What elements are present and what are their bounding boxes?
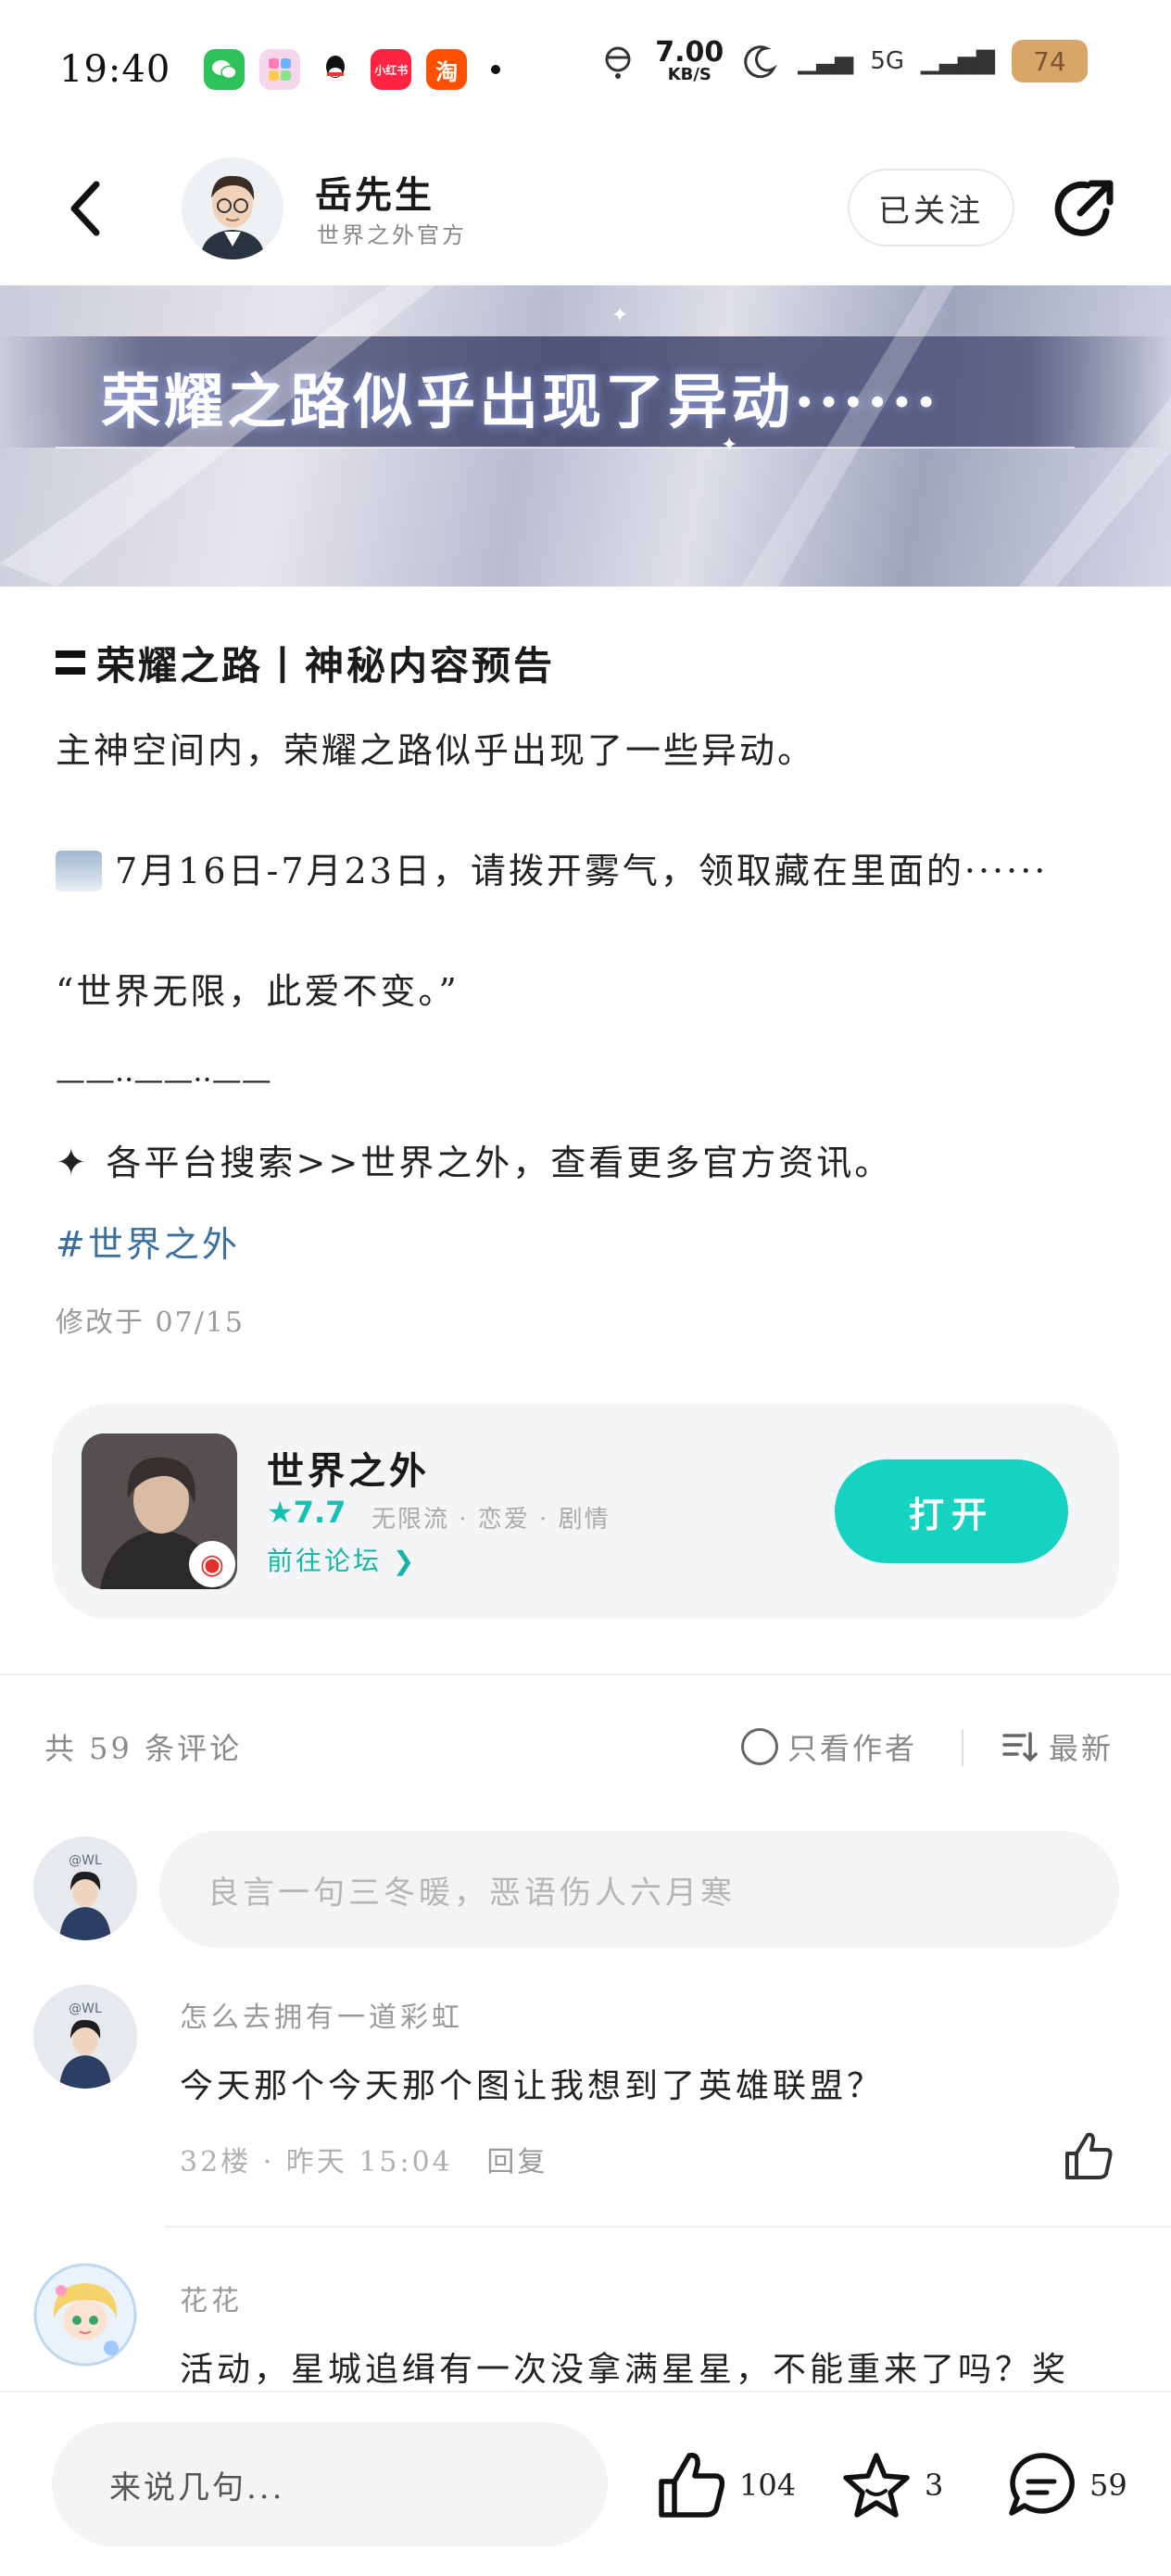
status-app-icons: 小红书 淘 bbox=[204, 49, 501, 90]
title-mark-icon bbox=[56, 650, 85, 675]
comment-button[interactable]: 59 bbox=[1004, 2439, 1127, 2532]
net-speed: 7.00 KB/S bbox=[655, 36, 724, 84]
game-name: 世界之外 bbox=[267, 1449, 430, 1493]
comment-count: 59 bbox=[1089, 2468, 1127, 2503]
comment-meta: 32楼 · 昨天 15:04 回复 bbox=[180, 2146, 548, 2178]
back-button[interactable] bbox=[57, 176, 113, 241]
thumbs-up-icon bbox=[659, 2452, 725, 2518]
post-paragraph: “世界无限，此爱不变。” bbox=[56, 971, 460, 1012]
svg-text:@WL: @WL bbox=[69, 2001, 102, 2016]
status-bar: 19:40 小红书 淘 7.00 KB/S ▁▃▅ 5G ▁▃▅▇ 74 bbox=[0, 0, 1171, 139]
battery-indicator: 74 bbox=[1012, 40, 1088, 82]
favorite-button[interactable]: 3 bbox=[839, 2439, 943, 2532]
author-name[interactable]: 岳先生 bbox=[315, 165, 434, 219]
comment-input[interactable]: 良言一句三冬暖，恶语伤人六月寒 bbox=[159, 1831, 1119, 1948]
xiaohongshu-icon: 小红书 bbox=[371, 49, 412, 90]
my-avatar: @WL bbox=[33, 1837, 137, 1940]
post-header: 岳先生 世界之外官方 已关注 bbox=[0, 139, 1171, 278]
comment-divider bbox=[165, 2226, 1171, 2228]
notification-dot bbox=[491, 65, 501, 74]
thumbs-up-icon bbox=[1065, 2132, 1113, 2179]
open-game-button[interactable]: 打开 bbox=[835, 1459, 1068, 1563]
vpn-icon bbox=[605, 46, 631, 79]
reply-button[interactable]: 回复 bbox=[486, 2146, 548, 2178]
author-subtitle: 世界之外官方 bbox=[317, 222, 467, 248]
favorite-count: 3 bbox=[925, 2468, 944, 2503]
app-icon bbox=[259, 49, 301, 90]
post-paragraph: 主神空间内，荣耀之路似乎出现了一些异动。 bbox=[56, 730, 816, 771]
wechat-icon bbox=[204, 49, 246, 90]
qq-icon bbox=[315, 49, 357, 90]
comment-text: 今天那个今天那个图让我想到了英雄联盟？ bbox=[180, 2067, 885, 2105]
commenter-avatar[interactable]: @WL bbox=[33, 1985, 137, 2089]
share-button[interactable] bbox=[1047, 172, 1121, 246]
taobao-icon: 淘 bbox=[426, 49, 468, 90]
comments-count: 共 59 条评论 bbox=[44, 1731, 243, 1766]
comment-like-button[interactable] bbox=[1062, 2129, 1115, 2183]
comment-text: 活动，星城追缉有一次没拿满星星，不能重来了吗？奖 bbox=[180, 2351, 1070, 2389]
radio-icon bbox=[741, 1728, 778, 1765]
post-title-text: 荣耀之路丨神秘内容预告 bbox=[96, 642, 556, 688]
game-tags: 无限流 · 恋爱 · 剧情 bbox=[371, 1506, 611, 1534]
chevron-left-icon bbox=[70, 181, 100, 236]
post-separator: ——··——··—— bbox=[56, 1062, 271, 1097]
edited-time: 修改于 07/15 bbox=[56, 1307, 245, 1339]
banner-light-rays bbox=[0, 285, 1171, 587]
author-only-toggle[interactable]: 只看作者 bbox=[741, 1725, 917, 1768]
network-type: 5G bbox=[870, 47, 905, 75]
svg-text:@WL: @WL bbox=[69, 1853, 102, 1868]
follow-button[interactable]: 已关注 bbox=[848, 169, 1014, 246]
sort-icon bbox=[1002, 1732, 1038, 1762]
commenter-name[interactable]: 花花 bbox=[180, 2278, 243, 2318]
netease-badge-icon: ◉ bbox=[189, 1541, 235, 1587]
signal-icon-2: ▁▃▅▇ bbox=[921, 47, 995, 75]
chevron-right-icon: ❯ bbox=[392, 1546, 418, 1576]
game-rating: ★ 7.7 bbox=[267, 1495, 346, 1530]
comment-bubble-icon bbox=[1009, 2453, 1075, 2516]
commenter-avatar[interactable] bbox=[33, 2263, 137, 2367]
hashtag-link[interactable]: #世界之外 bbox=[56, 1216, 240, 1267]
commenter-name[interactable]: 怎么去拥有一道彩虹 bbox=[180, 1994, 463, 2035]
post-paragraph: 7月16日-7月23日，请拨开雾气，领取藏在里面的······ bbox=[56, 843, 1048, 899]
bottom-comment-input[interactable]: 来说几句... bbox=[52, 2422, 608, 2546]
bottom-action-bar: 来说几句... 104 3 59 bbox=[0, 2391, 1171, 2576]
post-content: 荣耀之路丨神秘内容预告 主神空间内，荣耀之路似乎出现了一些异动。 7月16日-7… bbox=[56, 630, 1121, 1339]
share-icon bbox=[1054, 180, 1114, 236]
star-icon: ★ bbox=[267, 1495, 294, 1530]
forum-link[interactable]: 前往论坛 ❯ bbox=[267, 1541, 417, 1578]
fog-emoji-icon bbox=[56, 851, 102, 891]
author-avatar[interactable] bbox=[182, 158, 283, 259]
signal-icon: ▁▃▅ bbox=[798, 47, 854, 75]
post-title: 荣耀之路丨神秘内容预告 bbox=[56, 630, 1121, 695]
like-count: 104 bbox=[739, 2468, 797, 2503]
post-paragraph: ✦ 各平台搜索>>世界之外，查看更多官方资讯。 bbox=[56, 1135, 892, 1191]
star-icon bbox=[843, 2453, 910, 2518]
like-button[interactable]: 104 bbox=[654, 2439, 796, 2532]
moon-icon bbox=[744, 45, 778, 79]
post-banner-image[interactable]: 荣耀之路似乎出现了异动······ ✦ ✦ bbox=[0, 285, 1171, 587]
section-divider bbox=[0, 1673, 1171, 1675]
status-indicators: 7.00 KB/S ▁▃▅ 5G ▁▃▅▇ 74 bbox=[598, 39, 1088, 83]
sparkle-icon: ✦ bbox=[56, 1142, 90, 1184]
divider bbox=[962, 1729, 963, 1766]
game-card[interactable]: ◉ 世界之外 ★ 7.7 无限流 · 恋爱 · 剧情 前往论坛 ❯ 打开 bbox=[52, 1404, 1119, 1619]
sort-toggle[interactable]: 最新 bbox=[1001, 1725, 1114, 1768]
status-time: 19:40 bbox=[59, 48, 171, 91]
